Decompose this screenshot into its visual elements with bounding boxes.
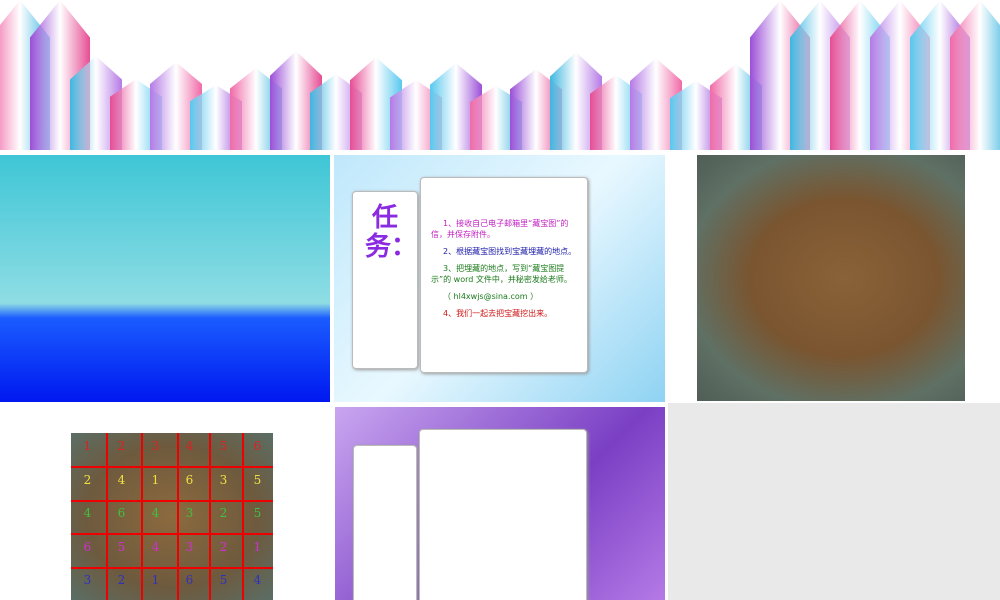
task-list: 1、接收自己电子邮箱里“藏宝图”的信，并保存附件。 2、根据藏宝图找到宝藏埋藏的… — [420, 177, 588, 373]
grid-number: 1 — [151, 573, 160, 587]
grid-number: 4 — [151, 539, 160, 554]
grid-number: 5 — [253, 506, 262, 520]
grid-number: 4 — [151, 506, 160, 520]
grid-number: 1 — [151, 472, 160, 487]
grid-number: 4 — [83, 506, 92, 520]
grid-number: 1 — [83, 439, 92, 453]
empty-slot — [668, 403, 1000, 600]
grid-number: 2 — [117, 573, 126, 587]
task-line: 1、接收自己电子邮箱里“藏宝图”的信，并保存附件。 — [431, 219, 569, 239]
grid-number: 2 — [219, 506, 228, 520]
grid-number: 3 — [151, 439, 160, 453]
task-line: 3、把埋藏的地点，写到“藏宝图提示”的 word 文件中，并秘密发给老师。 — [431, 264, 572, 284]
grid-number: 6 — [185, 573, 194, 587]
grid-number: 3 — [185, 506, 194, 520]
task-line: 4、我们一起去把宝藏挖出来。 — [443, 309, 553, 318]
slide-treasure-map-grid[interactable]: 1 2 3 4 5 6 2 4 1 6 3 5 4 6 4 3 2 5 6 5 4 3 2 1 3 2 1 6 5 4 — [71, 433, 273, 600]
notebook-right-page — [419, 429, 587, 600]
grid-number: 4 — [117, 472, 126, 487]
grid-number: 6 — [83, 539, 92, 554]
task-title: 任务： — [365, 203, 418, 262]
task-line: 2、根据藏宝图找到宝藏埋藏的地点。 — [443, 247, 577, 256]
grid-number: 2 — [219, 539, 228, 554]
email-line: （ hl4xwjs@sina.com ） — [443, 292, 539, 301]
grid-number: 3 — [219, 472, 228, 487]
slide-stars-notebook[interactable] — [335, 407, 665, 600]
grid-number: 4 — [185, 439, 194, 453]
title-panel: 任务： — [352, 191, 418, 369]
grid-number: 6 — [117, 506, 126, 520]
grid-number: 2 — [117, 439, 126, 453]
grid-number: 5 — [219, 439, 228, 453]
grid-number: 5 — [219, 573, 228, 587]
grid-number: 6 — [253, 439, 262, 453]
grid-number: 5 — [253, 472, 262, 487]
grid-number: 3 — [83, 573, 92, 587]
grid-number: 1 — [253, 539, 262, 554]
slide-sea-horizon[interactable] — [0, 155, 330, 402]
slide-treasure-map[interactable] — [697, 155, 965, 401]
slide-task[interactable]: 任务： 1、接收自己电子邮箱里“藏宝图”的信，并保存附件。 2、根据藏宝图找到宝… — [334, 155, 665, 402]
grid-number: 3 — [185, 539, 194, 554]
slide-crystal-banner[interactable] — [0, 0, 1000, 150]
notebook-left-page — [353, 445, 417, 600]
grid-number: 6 — [185, 472, 194, 487]
grid-number: 5 — [117, 539, 126, 554]
grid-number: 4 — [253, 573, 262, 587]
grid-number: 2 — [83, 472, 92, 487]
